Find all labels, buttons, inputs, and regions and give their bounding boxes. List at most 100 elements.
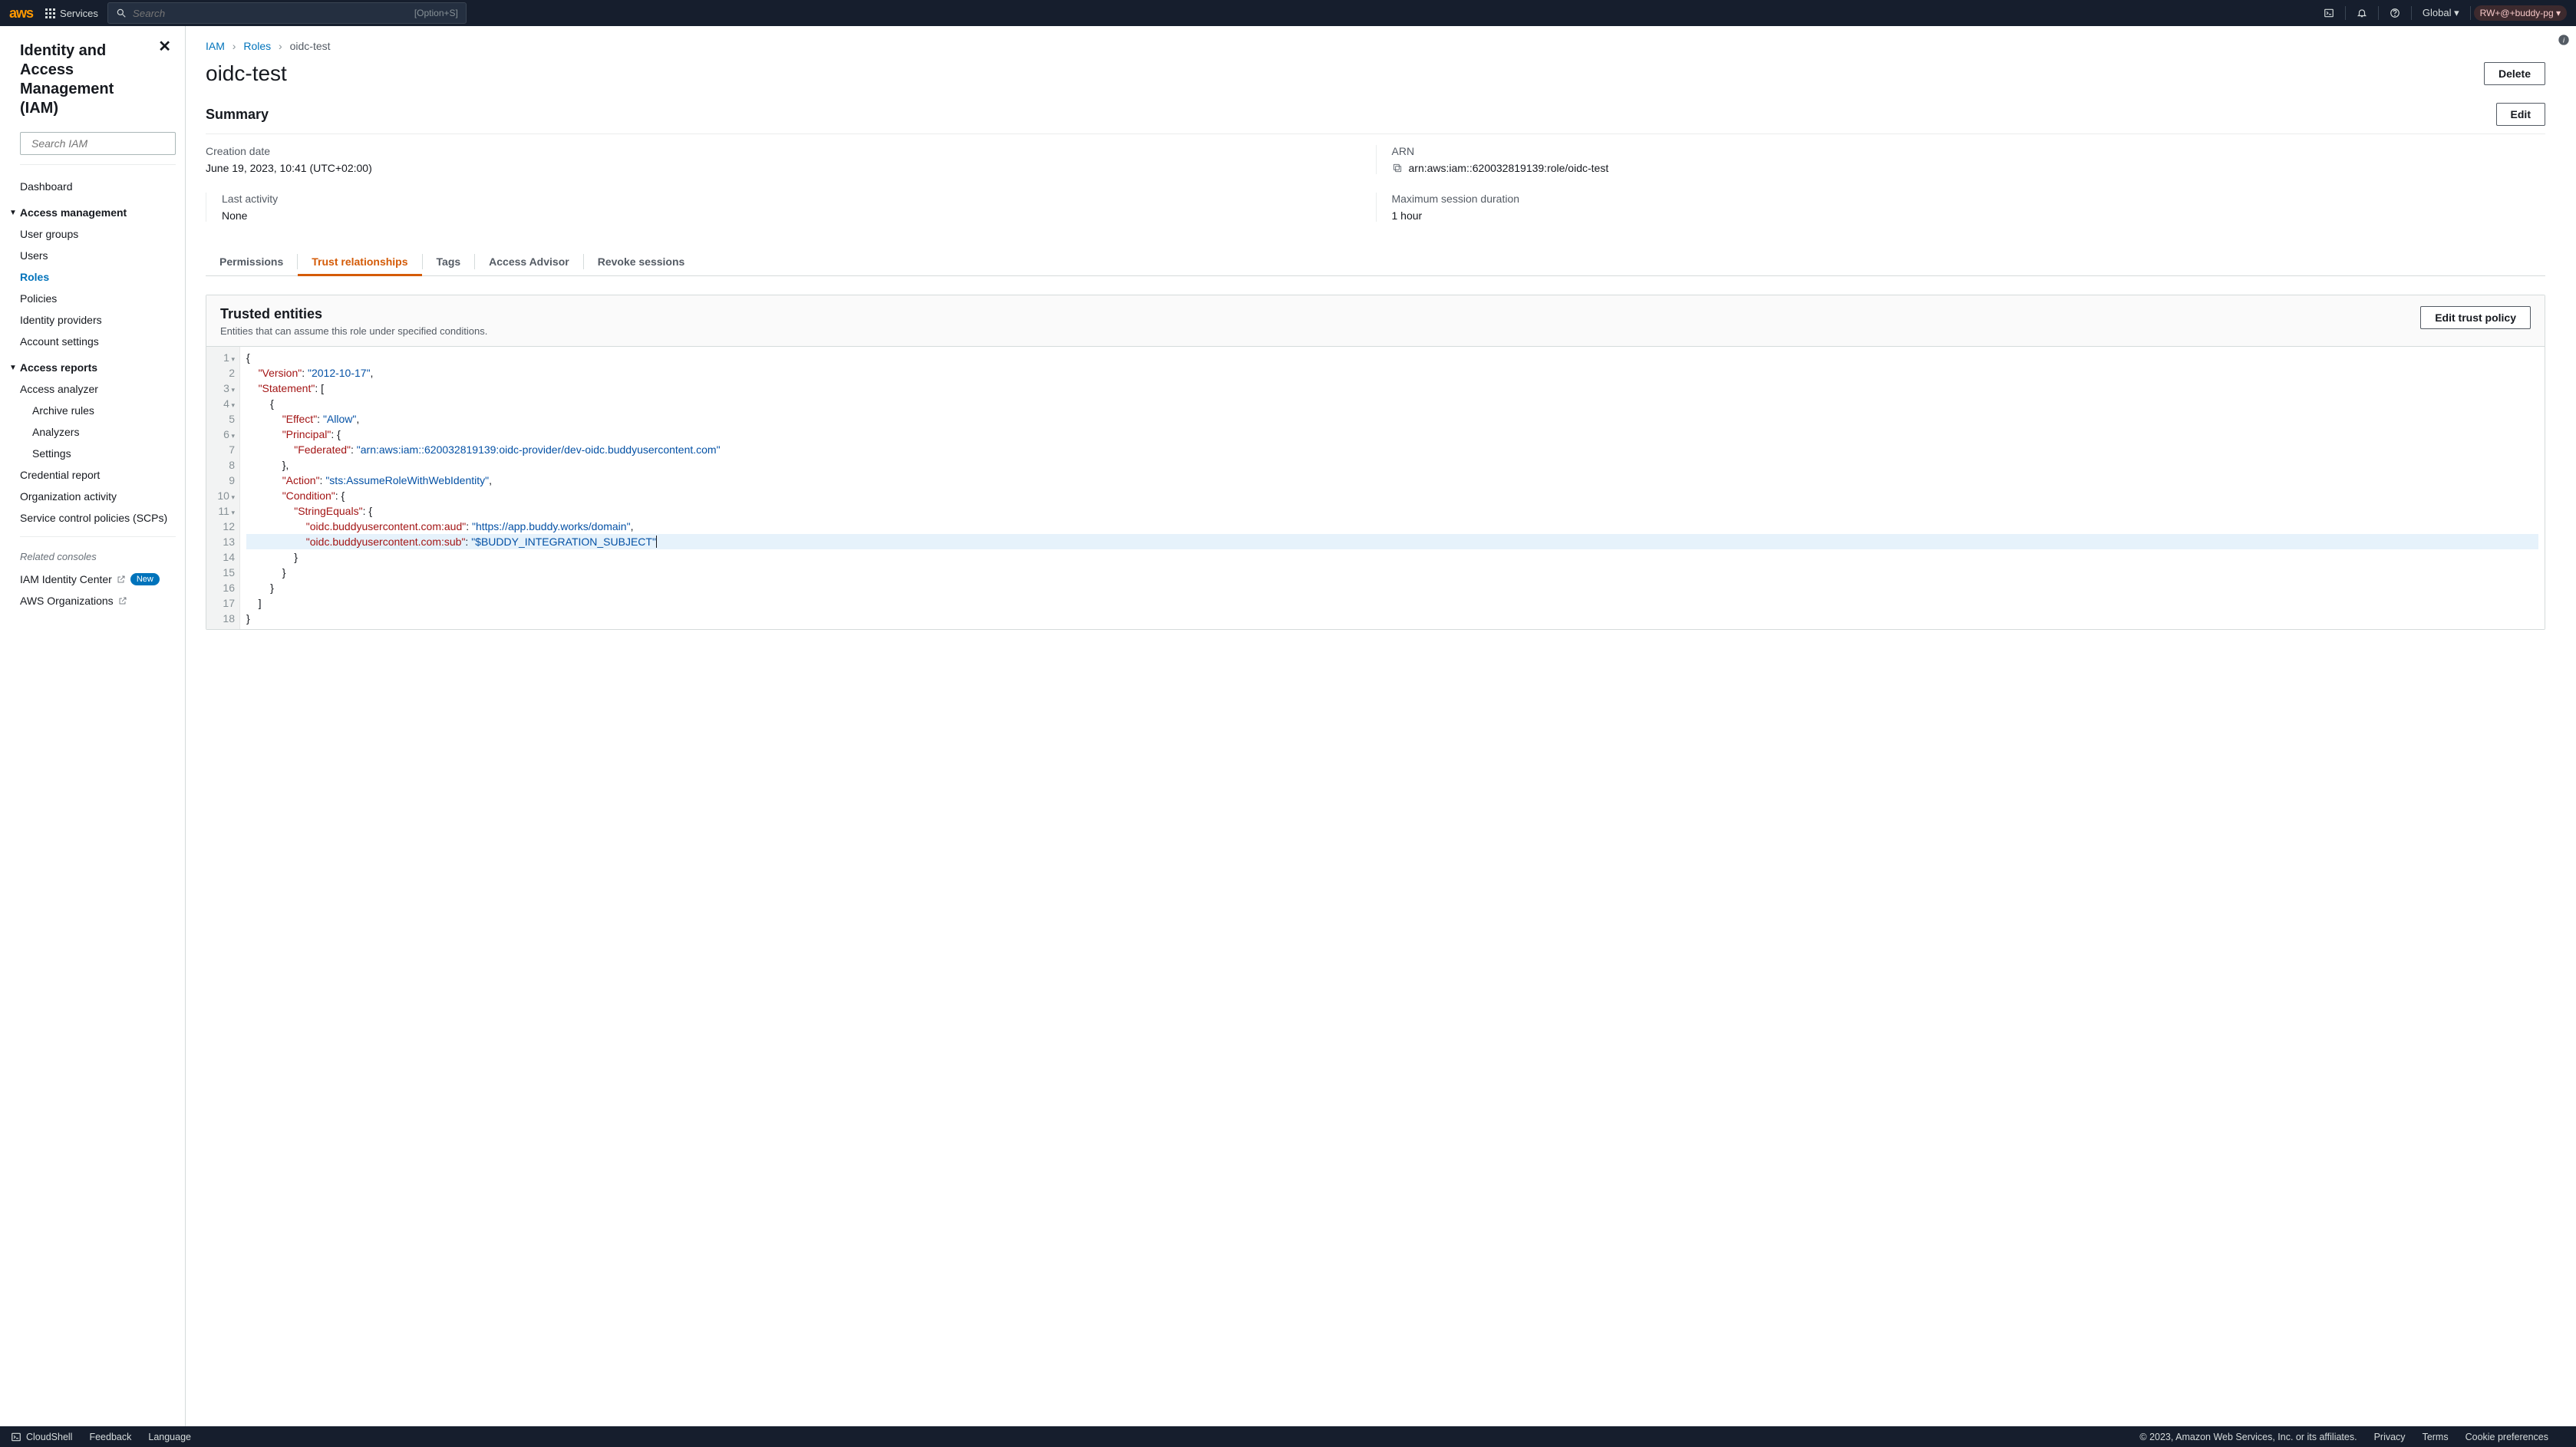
sidebar-item-aws-organizations[interactable]: AWS Organizations (20, 590, 127, 611)
sidebar-item-access-analyzer[interactable]: Access analyzer (20, 378, 176, 400)
info-panel-toggle[interactable]: i (2558, 34, 2570, 48)
sidebar-item-analyzers[interactable]: Analyzers (32, 421, 176, 443)
chevron-right-icon: › (279, 40, 282, 52)
max-session-label: Maximum session duration (1392, 193, 2531, 205)
top-nav: aws Services [Option+S] Global ▾ RW+@+bu… (0, 0, 2576, 26)
sidebar-item-user-groups[interactable]: User groups (20, 223, 176, 245)
tab-tags[interactable]: Tags (423, 248, 475, 275)
services-menu[interactable]: Services (45, 8, 98, 19)
sidebar-group-access-management[interactable]: ▼Access management (9, 206, 176, 219)
global-search[interactable]: [Option+S] (107, 2, 467, 24)
aws-logo[interactable]: aws (9, 5, 33, 21)
tab-trust-relationships[interactable]: Trust relationships (298, 248, 421, 275)
footer-feedback[interactable]: Feedback (89, 1432, 131, 1442)
sidebar-search-input[interactable] (31, 137, 171, 150)
breadcrumb-iam[interactable]: IAM (206, 40, 225, 52)
sidebar-item-settings[interactable]: Settings (32, 443, 176, 464)
sidebar-group-access-reports[interactable]: ▼Access reports (9, 361, 176, 374)
related-consoles-label: Related consoles (20, 551, 176, 562)
sidebar-item-roles[interactable]: Roles (20, 266, 176, 288)
breadcrumb: IAM › Roles › oidc-test (206, 40, 2545, 52)
footer-terms[interactable]: Terms (2423, 1432, 2449, 1442)
breadcrumb-current: oidc-test (290, 40, 331, 52)
page-title: oidc-test (206, 61, 287, 86)
code-line[interactable]: "Statement": [ (246, 381, 2538, 396)
edit-summary-button[interactable]: Edit (2496, 103, 2545, 126)
sidebar-search[interactable] (20, 132, 176, 155)
summary-panel: Creation date June 19, 2023, 10:41 (UTC+… (206, 145, 2545, 222)
code-line[interactable]: } (246, 580, 2538, 595)
help-icon[interactable] (2390, 8, 2400, 18)
sidebar-item-scps[interactable]: Service control policies (SCPs) (20, 507, 176, 529)
trusted-entities-heading: Trusted entities (220, 306, 487, 322)
code-line[interactable]: } (246, 549, 2538, 565)
new-badge: New (130, 573, 160, 585)
footer-privacy[interactable]: Privacy (2374, 1432, 2406, 1442)
code-line[interactable]: "Action": "sts:AssumeRoleWithWebIdentity… (246, 473, 2538, 488)
last-activity-label: Last activity (222, 193, 1361, 205)
sidebar-item-archive-rules[interactable]: Archive rules (32, 400, 176, 421)
code-line[interactable]: { (246, 396, 2538, 411)
creation-date-label: Creation date (206, 145, 1361, 157)
line-gutter: 123456789101112131415161718 (206, 347, 240, 629)
grid-icon (45, 8, 55, 18)
sidebar-item-policies[interactable]: Policies (20, 288, 176, 309)
code-line[interactable]: "Principal": { (246, 427, 2538, 442)
code-line[interactable]: ] (246, 595, 2538, 611)
last-activity-value: None (222, 209, 1361, 222)
caret-down-icon: ▼ (9, 209, 17, 217)
code-line[interactable]: "Federated": "arn:aws:iam::620032819139:… (246, 442, 2538, 457)
external-link-icon (118, 596, 127, 605)
tabs: Permissions Trust relationships Tags Acc… (206, 248, 2545, 276)
code-line[interactable]: } (246, 611, 2538, 626)
account-menu[interactable]: RW+@+buddy-pg ▾ (2474, 5, 2567, 21)
summary-heading: Summary (206, 107, 269, 123)
tab-revoke-sessions[interactable]: Revoke sessions (584, 248, 699, 275)
delete-button[interactable]: Delete (2484, 62, 2545, 85)
region-selector[interactable]: Global ▾ (2423, 7, 2459, 19)
breadcrumb-roles[interactable]: Roles (243, 40, 271, 52)
footer-language[interactable]: Language (148, 1432, 191, 1442)
search-hint: [Option+S] (414, 8, 458, 18)
copy-icon[interactable] (1392, 163, 1403, 173)
sidebar-item-users[interactable]: Users (20, 245, 176, 266)
arn-value: arn:aws:iam::620032819139:role/oidc-test (1409, 162, 1609, 174)
footer-cookies[interactable]: Cookie preferences (2466, 1432, 2548, 1442)
code-line[interactable]: "Version": "2012-10-17", (246, 365, 2538, 381)
sidebar: ✕ Identity and Access Management (IAM) D… (0, 26, 186, 1426)
footer: CloudShell Feedback Language © 2023, Ama… (0, 1426, 2576, 1447)
close-icon[interactable]: ✕ (158, 37, 171, 56)
cloudshell-icon[interactable] (2324, 8, 2334, 18)
global-search-input[interactable] (133, 8, 408, 19)
code-line[interactable]: } (246, 565, 2538, 580)
services-label: Services (60, 8, 98, 19)
code-line[interactable]: { (246, 350, 2538, 365)
sidebar-item-account-settings[interactable]: Account settings (20, 331, 176, 352)
footer-cloudshell[interactable]: CloudShell (11, 1432, 72, 1442)
chevron-right-icon: › (233, 40, 236, 52)
sidebar-item-organization-activity[interactable]: Organization activity (20, 486, 176, 507)
trusted-entities-panel: Trusted entities Entities that can assum… (206, 295, 2545, 630)
search-icon (116, 8, 127, 18)
sidebar-item-dashboard[interactable]: Dashboard (20, 176, 176, 197)
code-body[interactable]: { "Version": "2012-10-17", "Statement": … (240, 347, 2545, 629)
code-line[interactable]: }, (246, 457, 2538, 473)
arn-label: ARN (1392, 145, 2531, 157)
code-line[interactable]: "Condition": { (246, 488, 2538, 503)
trusted-entities-subheading: Entities that can assume this role under… (220, 325, 487, 337)
code-line[interactable]: "oidc.buddyusercontent.com:aud": "https:… (246, 519, 2538, 534)
code-line[interactable]: "oidc.buddyusercontent.com:sub": "$BUDDY… (246, 534, 2538, 549)
main-content: i IAM › Roles › oidc-test oidc-test Dele… (186, 26, 2576, 1426)
edit-trust-policy-button[interactable]: Edit trust policy (2420, 306, 2531, 329)
code-line[interactable]: "StringEquals": { (246, 503, 2538, 519)
max-session-value: 1 hour (1392, 209, 2531, 222)
tab-permissions[interactable]: Permissions (206, 248, 297, 275)
sidebar-item-identity-providers[interactable]: Identity providers (20, 309, 176, 331)
sidebar-item-credential-report[interactable]: Credential report (20, 464, 176, 486)
tab-access-advisor[interactable]: Access Advisor (475, 248, 583, 275)
external-link-icon (117, 575, 126, 584)
sidebar-item-identity-center[interactable]: IAM Identity Center New (20, 569, 160, 590)
notifications-icon[interactable] (2357, 8, 2367, 18)
code-line[interactable]: "Effect": "Allow", (246, 411, 2538, 427)
trust-policy-editor[interactable]: 123456789101112131415161718 { "Version":… (206, 347, 2545, 629)
